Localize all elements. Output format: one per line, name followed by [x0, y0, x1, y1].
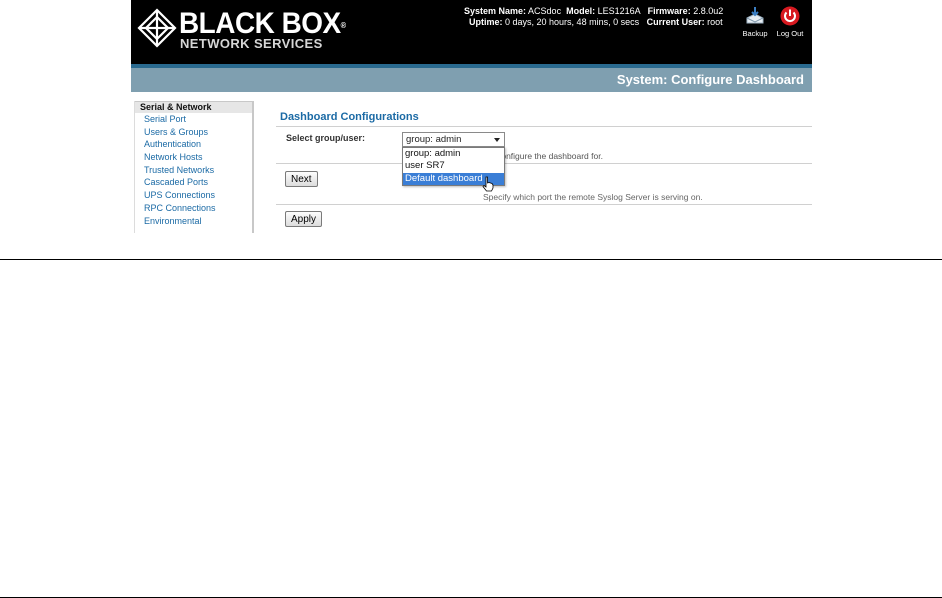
logo-wordmark: BLACK BOX®	[179, 7, 347, 40]
logo-diamond-icon	[137, 8, 177, 48]
sidebar-item-trusted-networks[interactable]: Trusted Networks	[135, 164, 252, 177]
sidebar-heading: Serial & Network	[135, 101, 252, 113]
dropdown-option-group-admin[interactable]: group: admin	[403, 148, 504, 160]
system-info: System Name: ACSdoc Model: LES1216A Firm…	[464, 6, 726, 28]
obscured-description: Specify which port the remote Syslog Ser…	[483, 192, 703, 202]
section-title: Dashboard Configurations	[280, 111, 419, 123]
select-group-user-label: Select group/user:	[286, 133, 366, 143]
sidebar: Serial & Network Serial Port Users & Gro…	[134, 101, 254, 233]
sidebar-item-serial-port[interactable]: Serial Port	[135, 113, 252, 126]
firmware-label: Firmware:	[647, 6, 691, 16]
black-box-logo: BLACK BOX® NETWORK SERVICES	[137, 6, 346, 51]
sidebar-item-cascaded-ports[interactable]: Cascaded Ports	[135, 176, 252, 189]
backup-label: Backup	[742, 29, 768, 38]
page-title: System: Configure Dashboard	[616, 72, 804, 87]
firmware-value: 2.8.0u2	[693, 6, 724, 16]
apply-button[interactable]: Apply	[285, 211, 323, 227]
system-name-value: ACSdoc	[528, 6, 562, 16]
title-bar: System: Configure Dashboard	[131, 68, 812, 92]
model-label: Model:	[566, 6, 596, 16]
sidebar-menu: Serial Port Users & Groups Authenticatio…	[135, 113, 252, 227]
logout-label: Log Out	[776, 29, 804, 38]
system-name-label: System Name:	[464, 6, 527, 16]
power-icon	[780, 6, 800, 26]
dropdown-option-user-sr7[interactable]: user SR7	[403, 160, 504, 172]
main-content: Dashboard Configurations Select group/us…	[276, 107, 812, 232]
sidebar-item-network-hosts[interactable]: Network Hosts	[135, 151, 252, 164]
select-description: o configure the dashboard for.	[490, 151, 603, 161]
next-button[interactable]: Next	[285, 171, 318, 187]
sidebar-item-authentication[interactable]: Authentication	[135, 138, 252, 151]
current-user-value: root	[707, 17, 723, 27]
group-user-select[interactable]: group: admin	[402, 132, 505, 147]
select-value: group: admin	[406, 134, 462, 145]
sidebar-item-rpc-connections[interactable]: RPC Connections	[135, 202, 252, 215]
current-user-label: Current User:	[646, 17, 705, 27]
logout-button[interactable]: Log Out	[774, 5, 806, 38]
backup-icon	[746, 7, 764, 24]
logo-subtitle: NETWORK SERVICES	[180, 36, 323, 51]
page-rule-top	[0, 259, 942, 260]
model-value: LES1216A	[597, 6, 641, 16]
divider	[276, 126, 812, 127]
sidebar-item-environmental[interactable]: Environmental	[135, 215, 252, 228]
app-header: BLACK BOX® NETWORK SERVICES System Name:…	[131, 0, 812, 64]
uptime-value: 0 days, 20 hours, 48 mins, 0 secs	[505, 17, 640, 27]
backup-button[interactable]: Backup	[739, 5, 771, 38]
sidebar-item-ups-connections[interactable]: UPS Connections	[135, 189, 252, 202]
sidebar-item-users-groups[interactable]: Users & Groups	[135, 126, 252, 139]
uptime-label: Uptime:	[469, 17, 503, 27]
divider	[276, 204, 812, 205]
hand-cursor-icon	[482, 176, 494, 192]
divider	[276, 163, 812, 164]
chevron-down-icon	[494, 138, 500, 142]
